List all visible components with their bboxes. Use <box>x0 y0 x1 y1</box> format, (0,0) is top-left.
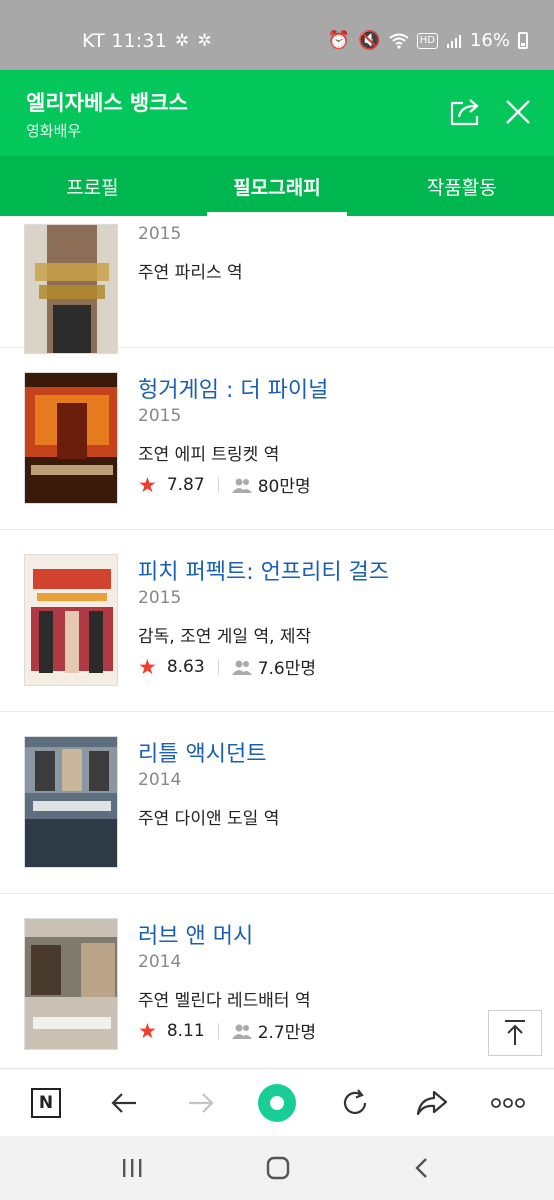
film-row[interactable]: 러브 앤 머시 2014 주연 멜린다 레드배터 역 ★ 8.11 2.7만명 <box>0 894 554 1068</box>
forward-arrow-icon <box>189 1093 214 1113</box>
film-role: 주연 파리스 역 <box>138 263 243 283</box>
alarm-icon: ⏰ <box>327 30 351 51</box>
film-row[interactable]: 헝거게임 : 더 파이널 2015 조연 에피 트링켓 역 ★ 7.87 80만… <box>0 348 554 530</box>
close-button[interactable] <box>498 92 538 132</box>
film-title-link[interactable]: 피치 퍼펙트: 언프리티 걸즈 <box>138 554 389 586</box>
film-year: 2015 <box>138 588 182 608</box>
recent-apps-button[interactable] <box>112 1148 152 1188</box>
film-rating: 7.87 <box>166 474 205 495</box>
page-subtitle: 영화배우 <box>26 122 82 140</box>
status-left: KT 11:31 ✲ ✲ <box>82 30 212 52</box>
nav-back-icon <box>415 1158 427 1178</box>
film-title-link[interactable]: 리틀 액시던트 <box>138 736 266 768</box>
share-button[interactable] <box>446 92 486 132</box>
carrier-time: KT 11:31 <box>82 30 167 52</box>
green-dot-button[interactable] <box>257 1083 297 1123</box>
forward-button[interactable] <box>181 1083 221 1123</box>
battery-icon <box>518 32 528 49</box>
battery-percent: 16% <box>469 30 510 51</box>
more-button[interactable] <box>488 1083 528 1123</box>
back-button[interactable] <box>104 1083 144 1123</box>
film-year: 2014 <box>138 952 182 972</box>
home-icon <box>266 1156 290 1180</box>
film-year: 2014 <box>138 770 182 790</box>
notification-icon: ✲ <box>197 31 212 51</box>
film-rating: 8.11 <box>166 1020 205 1041</box>
film-meta: ★ 8.11 2.7만명 <box>138 1018 317 1044</box>
movie-poster[interactable] <box>24 224 118 354</box>
star-icon: ★ <box>138 472 157 497</box>
film-role: 주연 멜린다 레드배터 역 <box>138 991 311 1011</box>
tab-profile[interactable]: 프로필 <box>0 156 185 216</box>
refresh-icon <box>343 1089 367 1115</box>
film-meta: ★ 8.63 7.6만명 <box>138 654 317 680</box>
more-icon <box>491 1098 525 1108</box>
movie-poster[interactable] <box>24 736 118 868</box>
naver-home-button[interactable]: N <box>26 1083 66 1123</box>
film-year: 2015 <box>138 224 182 244</box>
status-bar: KT 11:31 ✲ ✲ ⏰ 🔇 HD 16% <box>0 0 554 70</box>
wifi-icon <box>389 33 409 49</box>
people-icon <box>231 477 252 493</box>
arrow-up-icon <box>505 1020 525 1045</box>
share-page-button[interactable] <box>412 1083 452 1123</box>
tab-filmography[interactable]: 필모그래피 <box>185 156 370 216</box>
naver-logo: N <box>31 1088 61 1118</box>
film-row[interactable]: 리틀 액시던트 2014 주연 다이앤 도일 역 <box>0 712 554 894</box>
movie-poster[interactable] <box>24 372 118 504</box>
film-title-link[interactable]: 러브 앤 머시 <box>138 918 253 950</box>
system-nav-bar <box>0 1136 554 1200</box>
film-row[interactable]: 2015 주연 파리스 역 <box>0 216 554 354</box>
people-icon <box>231 659 252 675</box>
signal-icon <box>446 34 461 48</box>
movie-poster[interactable] <box>24 554 118 686</box>
film-title-link[interactable]: 헝거게임 : 더 파이널 <box>138 372 328 404</box>
film-meta: ★ 7.87 80만명 <box>138 472 311 498</box>
recent-apps-icon <box>123 1159 142 1177</box>
star-icon: ★ <box>138 1018 157 1043</box>
film-role: 감독, 조연 게일 역, 제작 <box>138 627 312 647</box>
people-icon <box>231 1023 252 1039</box>
status-right: ⏰ 🔇 HD 16% <box>328 30 528 51</box>
close-icon <box>506 100 530 124</box>
film-rating: 8.63 <box>166 656 205 677</box>
app-header: 엘리자베스 뱅크스 영화배우 <box>0 70 554 156</box>
refresh-button[interactable] <box>335 1083 375 1123</box>
home-dot-icon <box>258 1084 296 1122</box>
film-role: 주연 다이앤 도일 역 <box>138 809 280 829</box>
star-icon: ★ <box>138 654 157 679</box>
meta-divider <box>217 658 219 675</box>
film-year: 2015 <box>138 406 182 426</box>
share-arrow-icon <box>416 1090 448 1116</box>
film-audience: 80만명 <box>257 477 311 497</box>
share-icon <box>450 99 479 126</box>
back-arrow-icon <box>111 1093 136 1113</box>
meta-divider <box>217 476 219 493</box>
nav-back-button[interactable] <box>402 1148 442 1188</box>
film-audience: 2.7만명 <box>257 1023 317 1043</box>
movie-poster[interactable] <box>24 918 118 1050</box>
tab-bar: 프로필 필모그래피 작품활동 <box>0 156 554 216</box>
page-title: 엘리자베스 뱅크스 <box>26 91 188 115</box>
film-audience: 7.6만명 <box>257 659 317 679</box>
hd-badge: HD <box>416 32 438 49</box>
film-row[interactable]: 피치 퍼펙트: 언프리티 걸즈 2015 감독, 조연 게일 역, 제작 ★ 8… <box>0 530 554 712</box>
home-button[interactable] <box>258 1148 298 1188</box>
browser-toolbar: N <box>0 1068 554 1136</box>
mute-icon: 🔇 <box>358 30 381 51</box>
scroll-top-button[interactable] <box>488 1010 542 1056</box>
notification-icon: ✲ <box>175 31 190 51</box>
tab-works[interactable]: 작품활동 <box>369 156 554 216</box>
meta-divider <box>217 1022 219 1039</box>
film-role: 조연 에피 트링켓 역 <box>138 445 280 465</box>
film-list: 2015 주연 파리스 역 헝거게임 : 더 파이널 2015 조연 에피 트링… <box>0 216 554 1068</box>
